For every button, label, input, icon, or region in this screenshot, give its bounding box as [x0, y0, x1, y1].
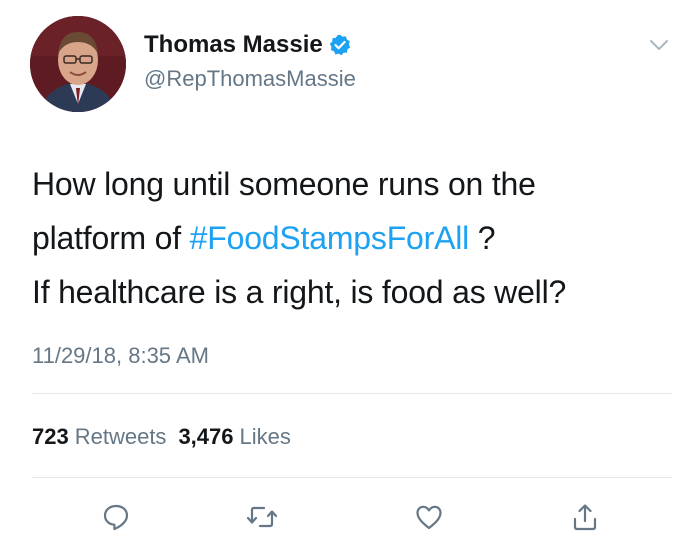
author-name-row: Thomas Massie: [144, 30, 351, 60]
likes-stat[interactable]: 3,476 Likes: [178, 424, 290, 450]
heart-icon: [414, 502, 444, 532]
retweets-stat[interactable]: 723 Retweets: [32, 424, 166, 450]
tweet-text-segment: platform of: [32, 220, 190, 256]
tweet-text: How long until someone runs on the platf…: [32, 157, 672, 319]
retweet-icon: [246, 502, 278, 532]
retweet-button[interactable]: [240, 495, 284, 539]
divider: [32, 477, 672, 478]
author-display-name[interactable]: Thomas Massie: [144, 31, 323, 59]
retweets-count: 723: [32, 424, 69, 449]
share-button[interactable]: [563, 495, 607, 539]
like-button[interactable]: [407, 495, 451, 539]
likes-count: 3,476: [178, 424, 234, 449]
verified-badge-icon: [329, 34, 351, 56]
tweet-text-line: platform of #FoodStampsForAll ?: [32, 211, 672, 265]
reply-button[interactable]: [94, 495, 138, 539]
tweet-stats: 723 Retweets 3,476 Likes: [32, 424, 291, 450]
retweets-label: Retweets: [74, 424, 167, 449]
tweet-card: Thomas Massie @RepThomasMassie How long …: [0, 0, 700, 553]
tweet-actions: [0, 495, 700, 539]
tweet-text-line: How long until someone runs on the: [32, 166, 536, 202]
tweet-text-line: If healthcare is a right, is food as wel…: [32, 274, 567, 310]
divider: [32, 393, 672, 394]
likes-label: Likes: [239, 424, 291, 449]
share-icon: [570, 502, 600, 532]
reply-icon: [101, 502, 131, 532]
author-handle[interactable]: @RepThomasMassie: [144, 66, 356, 92]
tweet-text-segment: ?: [469, 220, 496, 256]
chevron-down-icon[interactable]: [649, 38, 669, 52]
avatar-image: [30, 16, 126, 112]
hashtag-link[interactable]: #FoodStampsForAll: [190, 220, 470, 256]
tweet-timestamp[interactable]: 11/29/18, 8:35 AM: [32, 343, 209, 369]
avatar[interactable]: [30, 16, 126, 112]
